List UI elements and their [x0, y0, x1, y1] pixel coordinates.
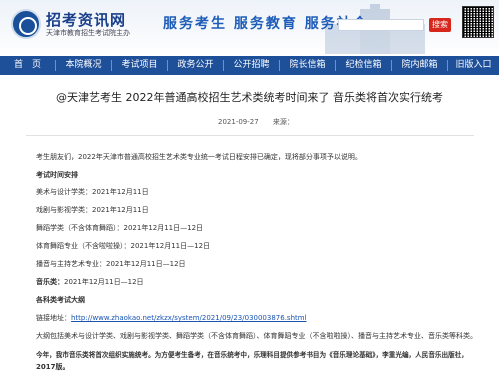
schedule-item: 美术与设计学类：2021年12月11日: [36, 188, 149, 196]
nav-item-exams[interactable]: 考试项目: [112, 56, 167, 75]
nav-item-recruitment[interactable]: 公开招聘: [224, 56, 279, 75]
nav-item-old-version[interactable]: 旧版入口: [448, 56, 499, 75]
article-date: 2021-09-27: [218, 118, 259, 126]
syllabus-text: 大纲包括美术与设计学类、戏剧与影视学类、舞蹈学类（不含体育舞蹈）、体育舞蹈专业（…: [36, 332, 477, 340]
notice-line: 今年，我市音乐类将首次组织实施统考。为方便考生备考，在音乐统考中，乐理科目提供参…: [36, 351, 468, 359]
nav-item-government[interactable]: 政务公开: [168, 56, 223, 75]
nav-item-president-mailbox[interactable]: 院长信箱: [280, 56, 335, 75]
article-meta: 2021-09-27 来源：: [218, 117, 306, 127]
nav-item-home[interactable]: 首 页: [0, 56, 55, 75]
site-header: 招考资讯网 天津市教育招生考试院主办 服务考生 服务教育 服务社会 搜索: [0, 0, 499, 56]
schedule-item: 戏剧与影视学类：2021年12月11日: [36, 206, 149, 214]
article-title: @天津艺考生 2022年普通高校招生艺术类统考时间来了 音乐类将首次实行统考: [56, 91, 443, 104]
music-schedule: 音乐类：2021年12月11日—12日: [36, 277, 144, 287]
search-input[interactable]: [338, 19, 424, 31]
schedule-item: 舞蹈学类（不含体育舞蹈）：2021年12月11日—12日: [36, 224, 204, 232]
schedule-item: 播音与主持艺术专业：2021年12月11日—12日: [36, 260, 186, 268]
article-source-label: 来源：: [272, 118, 294, 126]
schedule-heading: 考试时间安排: [36, 171, 78, 179]
schedule-item: 体育舞蹈专业（不含啦啦操）：2021年12月11日—12日: [36, 242, 211, 250]
article-intro: 考生朋友们，2022年天津市普通高校招生艺术类专业统一考试日程安排已确定，现将部…: [36, 153, 362, 161]
syllabus-heading: 各科类考试大纲: [36, 296, 85, 304]
syllabus-link[interactable]: http://www.zhaokao.net/zkzx/system/2021/…: [71, 314, 307, 322]
site-subtitle: 天津市教育招生考试院主办: [46, 29, 130, 37]
title-divider: [26, 135, 474, 136]
site-logo[interactable]: [11, 9, 41, 39]
site-name[interactable]: 招考资讯网: [46, 9, 126, 30]
nav-item-about[interactable]: 本院概况: [56, 56, 111, 75]
search-button[interactable]: 搜索: [429, 18, 451, 32]
syllabus-link-row: 链接地址：http://www.zhaokao.net/zkzx/system/…: [36, 313, 307, 323]
nav-item-internal-mail[interactable]: 院内邮箱: [392, 56, 447, 75]
music-date: 2021年12月11日—12日: [64, 278, 144, 286]
nav-item-discipline-mailbox[interactable]: 纪检信箱: [336, 56, 391, 75]
qr-code-icon: [462, 6, 494, 38]
music-label: 音乐类：: [36, 278, 64, 286]
main-nav: 首 页 本院概况 考试项目 政务公开 公开招聘 院长信箱 纪检信箱 院内邮箱 旧…: [0, 56, 499, 75]
notice-line: 2017版。: [36, 363, 70, 371]
link-label: 链接地址：: [36, 314, 71, 322]
